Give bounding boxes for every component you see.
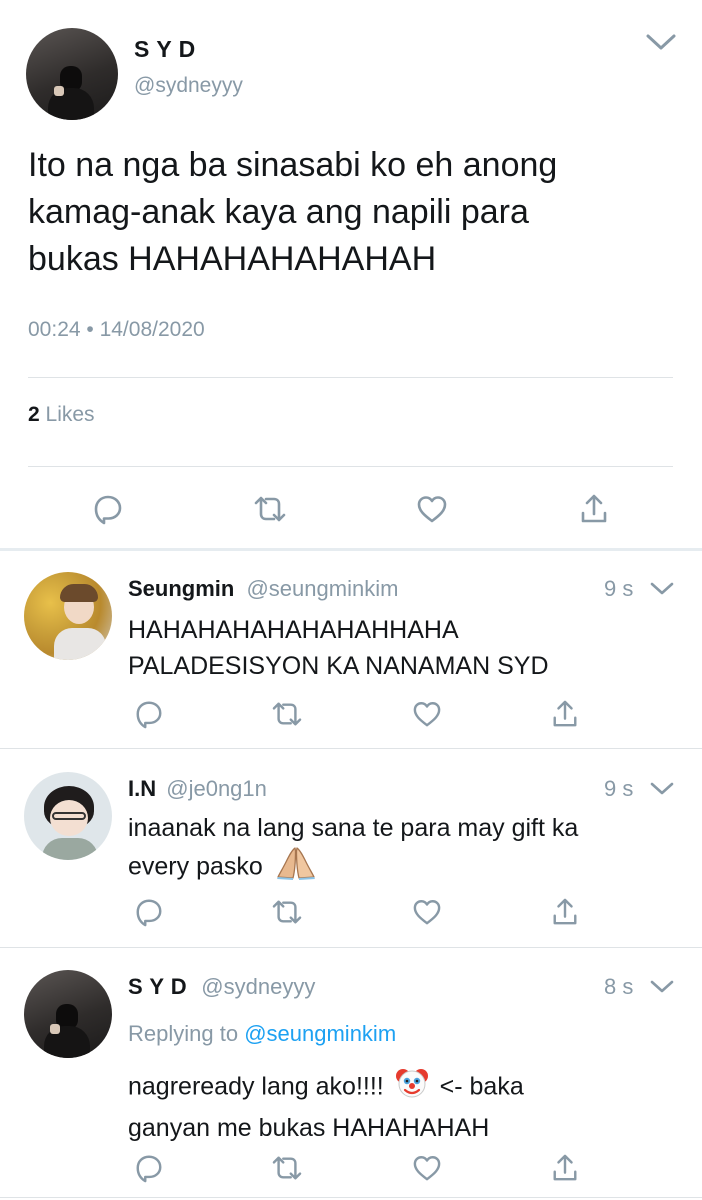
share-icon <box>579 493 609 525</box>
reply-author-name[interactable]: S Y D <box>128 974 187 999</box>
reply-line: nagreready lang ako!!!! <- baka <box>128 1066 524 1110</box>
reply-button[interactable] <box>132 1151 166 1185</box>
share-icon <box>551 897 579 927</box>
retweet-icon <box>271 898 303 926</box>
divider <box>0 1197 702 1198</box>
share-button[interactable] <box>548 1151 582 1185</box>
reply-time: 8 s <box>604 974 634 999</box>
share-button[interactable] <box>548 895 582 929</box>
share-icon <box>551 699 579 729</box>
main-tweet-line: Ito na nga ba sinasabi ko eh anong <box>28 146 558 184</box>
main-author-handle[interactable]: @sydneyyy <box>134 74 243 98</box>
folded-hands-icon <box>276 846 316 890</box>
reply-time: 9 s <box>604 776 634 801</box>
retweet-button[interactable] <box>270 1151 304 1185</box>
reply-line: ganyan me bukas HAHAHAHAH <box>128 1114 490 1142</box>
main-tweet-text: Ito na nga ba sinasabi ko eh anong kamag… <box>28 142 557 283</box>
retweet-button[interactable] <box>270 697 304 731</box>
retweet-icon <box>253 494 287 524</box>
reply-button[interactable] <box>132 895 166 929</box>
reply-header: Seungmin @seungminkim <box>128 576 398 602</box>
reply-author-handle[interactable]: @seungminkim <box>246 576 398 601</box>
like-icon <box>416 494 448 524</box>
main-author-name[interactable]: S Y D <box>134 36 196 63</box>
clown-face-icon <box>395 1066 429 1110</box>
reply-header: S Y D @sydneyyy <box>128 974 315 1000</box>
like-icon <box>412 898 442 926</box>
divider <box>0 947 702 948</box>
reply-button[interactable] <box>132 697 166 731</box>
likes-count: 2 <box>28 403 40 426</box>
reply-author-handle[interactable]: @sydneyyy <box>201 974 315 999</box>
main-author-avatar[interactable] <box>26 28 118 120</box>
reply-button[interactable] <box>91 492 125 526</box>
chevron-down-icon[interactable] <box>650 782 674 796</box>
chevron-down-icon[interactable] <box>650 980 674 994</box>
retweet-icon <box>271 1154 303 1182</box>
divider <box>0 748 702 749</box>
like-button[interactable] <box>410 895 444 929</box>
reply-author-name[interactable]: I.N <box>128 776 156 801</box>
chevron-down-icon[interactable] <box>645 32 677 52</box>
likes-summary[interactable]: 2 Likes <box>28 403 95 427</box>
reply-line: HAHAHAHAHAHAHAHHAHA <box>128 616 459 644</box>
main-tweet-timestamp[interactable]: 00:24 • 14/08/2020 <box>28 318 205 342</box>
share-button[interactable] <box>577 492 611 526</box>
like-button[interactable] <box>410 1151 444 1185</box>
reply-line-text: nagreready lang ako!!!! <box>128 1072 384 1101</box>
reply-time: 9 s <box>604 576 634 601</box>
share-button[interactable] <box>548 697 582 731</box>
share-icon <box>551 1153 579 1183</box>
like-icon <box>412 700 442 728</box>
reply-icon <box>134 1153 164 1183</box>
reply-avatar[interactable] <box>24 970 112 1058</box>
reply-line-text: <- baka <box>439 1072 524 1101</box>
chevron-down-icon[interactable] <box>650 582 674 596</box>
reply-avatar[interactable] <box>24 772 112 860</box>
retweet-button[interactable] <box>253 492 287 526</box>
reply-line: inaanak na lang sana te para may gift ka <box>128 814 579 842</box>
like-button[interactable] <box>415 492 449 526</box>
main-tweet-line: bukas HAHAHAHAHAHAH <box>28 240 437 278</box>
section-separator <box>0 548 702 551</box>
replying-to-handle[interactable]: @seungminkim <box>244 1021 396 1046</box>
main-tweet-line: kamag-anak kaya ang napili para <box>28 193 529 231</box>
reply-author-handle[interactable]: @je0ng1n <box>166 776 267 801</box>
divider <box>28 466 673 467</box>
like-icon <box>412 1154 442 1182</box>
likes-label: Likes <box>45 403 95 426</box>
reply-line-text: every pasko <box>128 852 263 881</box>
replying-to: Replying to @seungminkim <box>128 1021 396 1047</box>
reply-text: inaanak na lang sana te para may gift ka… <box>128 810 578 890</box>
reply-icon <box>92 493 124 525</box>
retweet-icon <box>271 700 303 728</box>
reply-author-name[interactable]: Seungmin <box>128 576 234 601</box>
reply-avatar[interactable] <box>24 572 112 660</box>
reply-header: I.N @je0ng1n <box>128 776 267 802</box>
like-button[interactable] <box>410 697 444 731</box>
reply-icon <box>134 897 164 927</box>
reply-icon <box>134 699 164 729</box>
reply-text: HAHAHAHAHAHAHAHHAHA PALADESISYON KA NANA… <box>128 612 549 684</box>
retweet-button[interactable] <box>270 895 304 929</box>
reply-line: every pasko <box>128 846 578 890</box>
replying-to-label: Replying to <box>128 1021 239 1046</box>
reply-line: PALADESISYON KA NANAMAN SYD <box>128 652 549 680</box>
divider <box>28 377 673 378</box>
reply-text: nagreready lang ako!!!! <- baka ganyan m… <box>128 1066 524 1146</box>
